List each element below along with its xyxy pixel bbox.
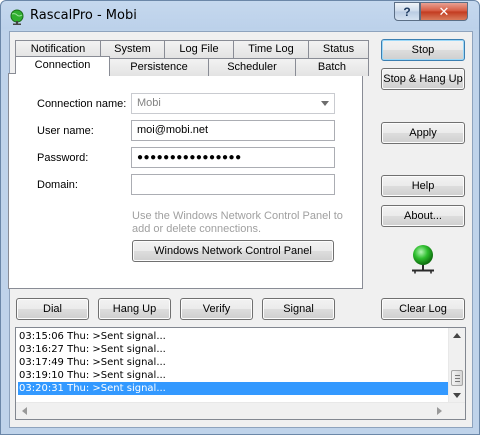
button-label: Verify: [202, 303, 231, 315]
button-label: Clear Log: [399, 303, 447, 315]
button-label: Signal: [283, 303, 314, 315]
help-title-button[interactable]: ?: [394, 2, 420, 21]
button-label: About...: [404, 210, 442, 222]
scroll-right-icon[interactable]: [437, 407, 442, 415]
scroll-up-icon[interactable]: [453, 333, 461, 338]
clear-log-button[interactable]: Clear Log: [381, 298, 465, 320]
tab-label: Persistence: [130, 61, 188, 73]
network-control-panel-button[interactable]: Windows Network Control Panel: [132, 240, 334, 262]
close-icon: ✕: [438, 3, 450, 19]
log-line[interactable]: 03:17:49 Thu: >Sent signal...: [18, 356, 449, 369]
domain-label: Domain:: [37, 179, 78, 191]
tab-time-log[interactable]: Time Log: [233, 40, 309, 58]
hang-up-button[interactable]: Hang Up: [98, 298, 171, 320]
hint-line-2: add or delete connections.: [132, 223, 262, 235]
grip-icon: [455, 381, 460, 382]
tab-persistence[interactable]: Persistence: [109, 58, 209, 76]
button-label: Windows Network Control Panel: [154, 245, 312, 257]
button-label: Dial: [43, 303, 62, 315]
question-icon: ?: [403, 4, 411, 19]
user-name-value: moi@mobi.net: [137, 124, 209, 136]
connection-name-label: Connection name:: [37, 98, 127, 110]
user-name-field[interactable]: moi@mobi.net: [131, 120, 335, 141]
horizontal-scrollbar[interactable]: [16, 402, 465, 419]
title-bar[interactable]: RascalPro - Mobi ? ✕: [1, 1, 479, 31]
password-field[interactable]: ●●●●●●●●●●●●●●●●: [131, 147, 335, 168]
tab-batch[interactable]: Batch: [295, 58, 369, 76]
tab-label: Scheduler: [227, 61, 277, 73]
tab-label: Connection: [34, 59, 91, 71]
hint-line-1: Use the Windows Network Control Panel to: [132, 210, 343, 222]
app-window: RascalPro - Mobi ? ✕ Notification System…: [0, 0, 480, 435]
scroll-left-icon[interactable]: [22, 407, 27, 415]
verify-button[interactable]: Verify: [180, 298, 253, 320]
button-label: Hang Up: [112, 303, 157, 315]
dial-button[interactable]: Dial: [16, 298, 89, 320]
signal-button[interactable]: Signal: [262, 298, 335, 320]
tab-label: Time Log: [248, 43, 294, 55]
globe-icon: [10, 9, 24, 25]
button-label: Help: [411, 180, 435, 192]
log-line[interactable]: 03:15:06 Thu: >Sent signal...: [18, 330, 449, 343]
tab-label: Status: [322, 43, 355, 55]
window-title: RascalPro - Mobi: [30, 8, 137, 23]
chevron-down-icon: [321, 101, 329, 106]
domain-field[interactable]: [131, 174, 335, 195]
apply-button[interactable]: Apply: [381, 122, 465, 144]
about-button[interactable]: About...: [381, 205, 465, 227]
tab-status[interactable]: Status: [308, 40, 369, 58]
grip-icon: [455, 375, 460, 376]
scroll-thumb[interactable]: [451, 370, 463, 386]
tab-scheduler[interactable]: Scheduler: [208, 58, 296, 76]
help-button[interactable]: Help: [381, 175, 465, 197]
button-label: Apply: [409, 127, 437, 139]
grip-icon: [455, 378, 460, 379]
button-label: Stop & Hang Up: [383, 73, 463, 85]
close-button[interactable]: ✕: [420, 2, 468, 21]
scroll-down-icon[interactable]: [453, 393, 461, 398]
password-label: Password:: [37, 152, 89, 164]
user-name-label: User name:: [37, 125, 94, 137]
log-list[interactable]: 03:15:06 Thu: >Sent signal... 03:16:27 T…: [15, 327, 466, 420]
vertical-scrollbar[interactable]: [448, 328, 465, 404]
tab-label: System: [114, 43, 151, 55]
stop-button[interactable]: Stop: [381, 39, 465, 61]
password-value: ●●●●●●●●●●●●●●●●: [137, 152, 242, 163]
connection-name-value: Mobi: [137, 97, 161, 109]
button-label: Stop: [411, 44, 435, 56]
connection-name-select[interactable]: Mobi: [131, 93, 335, 114]
log-line-selected[interactable]: 03:20:31 Thu: >Sent signal...: [18, 382, 449, 395]
tab-connection[interactable]: Connection: [15, 56, 110, 74]
log-line[interactable]: 03:19:10 Thu: >Sent signal...: [18, 369, 449, 382]
tab-label: Log File: [179, 43, 219, 55]
tab-log-file[interactable]: Log File: [164, 40, 234, 58]
globe-network-icon: [412, 245, 434, 274]
tab-label: Notification: [30, 43, 86, 55]
tab-label: Batch: [317, 61, 347, 73]
log-line[interactable]: 03:16:27 Thu: >Sent signal...: [18, 343, 449, 356]
stop-hang-up-button[interactable]: Stop & Hang Up: [381, 68, 465, 90]
